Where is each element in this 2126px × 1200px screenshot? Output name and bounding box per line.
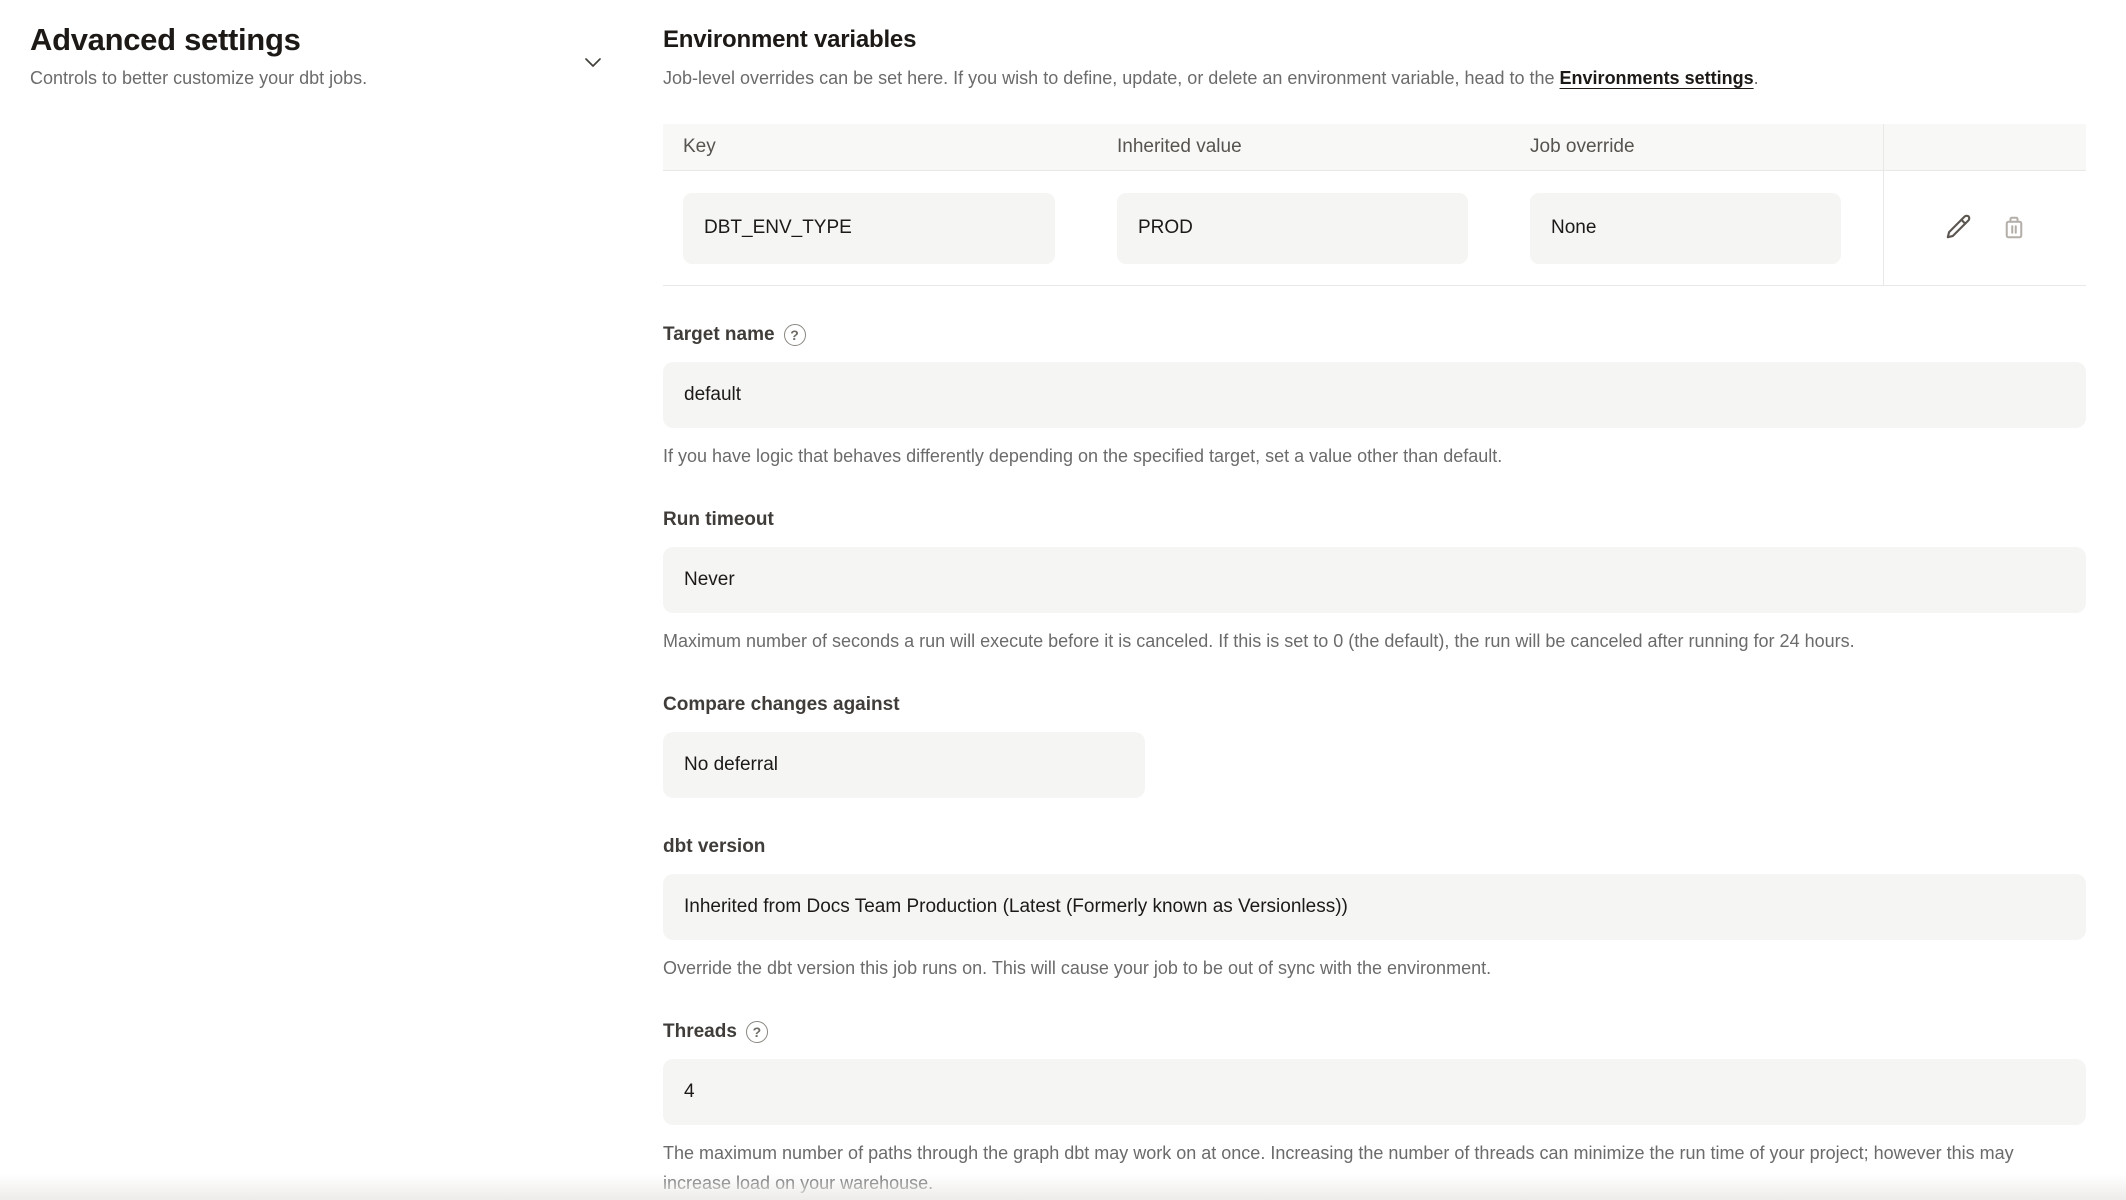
env-var-override-cell: None [1510, 171, 1883, 285]
dbt-version-label: dbt version [663, 836, 2086, 858]
threads-help: The maximum number of paths through the … [663, 1138, 2086, 1198]
column-header-key: Key [663, 124, 1097, 170]
env-var-key-cell: DBT_ENV_TYPE [663, 171, 1097, 285]
section-description-text: Job-level overrides can be set here. If … [663, 68, 1560, 88]
env-vars-table: Key Inherited value Job override DBT_ENV… [663, 124, 2086, 286]
advanced-settings-panel: Advanced settings Controls to better cus… [0, 0, 663, 1200]
page-title: Advanced settings [30, 22, 663, 58]
dbt-version-help: Override the dbt version this job runs o… [663, 953, 2086, 983]
env-var-inherited-value: PROD [1117, 193, 1468, 264]
delete-env-var-button[interactable] [1999, 212, 2029, 245]
chevron-down-icon[interactable] [581, 50, 605, 74]
pencil-icon [1941, 210, 1975, 247]
edit-env-var-button[interactable] [1941, 210, 1975, 247]
env-var-inherited-cell: PROD [1097, 171, 1510, 285]
threads-label: Threads ? [663, 1021, 2086, 1043]
target-name-label-text: Target name [663, 324, 775, 346]
section-description: Job-level overrides can be set here. If … [663, 65, 2086, 91]
env-var-override-value: None [1530, 193, 1841, 264]
help-icon[interactable]: ? [784, 324, 806, 346]
compare-changes-select[interactable]: No deferral [663, 732, 1145, 798]
run-timeout-label: Run timeout [663, 509, 2086, 531]
compare-changes-label-text: Compare changes against [663, 694, 900, 716]
run-timeout-label-text: Run timeout [663, 509, 774, 531]
section-title: Environment variables [663, 26, 2086, 54]
env-var-actions-cell [1883, 171, 2086, 285]
job-settings-page: Advanced settings Controls to better cus… [0, 0, 2126, 1200]
dbt-version-select[interactable]: Inherited from Docs Team Production (Lat… [663, 874, 2086, 940]
section-description-period: . [1754, 68, 1759, 88]
run-timeout-input[interactable]: Never [663, 547, 2086, 613]
dbt-version-label-text: dbt version [663, 836, 765, 858]
environments-settings-link[interactable]: Environments settings [1560, 68, 1754, 88]
compare-changes-label: Compare changes against [663, 694, 2086, 716]
target-name-help: If you have logic that behaves different… [663, 441, 2086, 471]
env-vars-table-header: Key Inherited value Job override [663, 124, 2086, 171]
column-header-job-override: Job override [1510, 124, 1883, 170]
help-icon[interactable]: ? [746, 1021, 768, 1043]
table-row: DBT_ENV_TYPE PROD None [663, 171, 2086, 286]
column-header-inherited-value: Inherited value [1097, 124, 1510, 170]
env-var-key-value: DBT_ENV_TYPE [683, 193, 1055, 264]
target-name-input[interactable]: default [663, 362, 2086, 428]
target-name-label: Target name ? [663, 324, 2086, 346]
threads-label-text: Threads [663, 1021, 737, 1043]
threads-input[interactable]: 4 [663, 1059, 2086, 1125]
column-header-actions [1883, 124, 2086, 170]
page-subtitle: Controls to better customize your dbt jo… [30, 68, 663, 89]
trash-icon [1999, 212, 2029, 245]
environment-variables-section: Environment variables Job-level override… [663, 0, 2126, 1200]
run-timeout-help: Maximum number of seconds a run will exe… [663, 626, 2086, 656]
